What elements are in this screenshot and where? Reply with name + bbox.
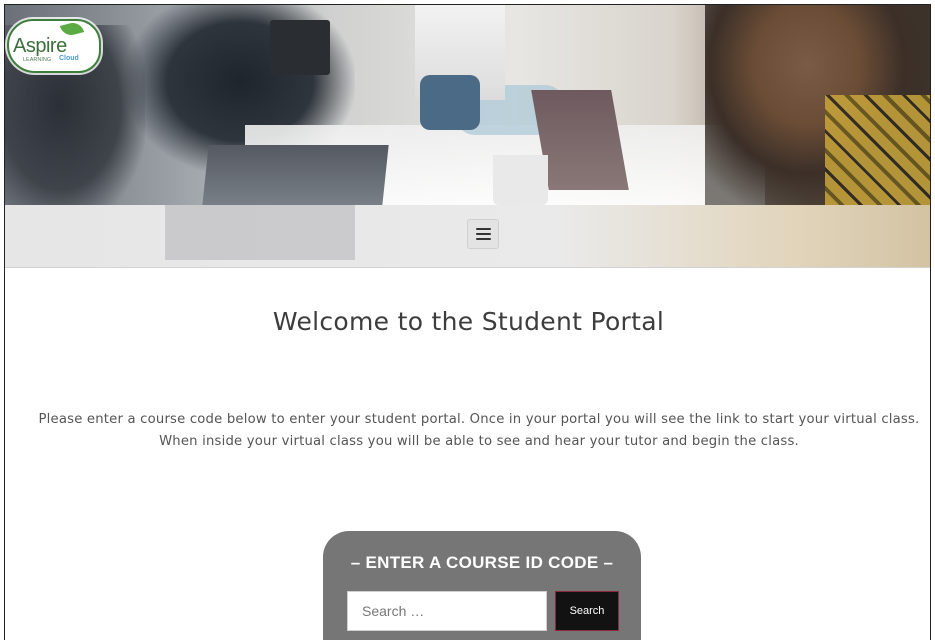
navigation-bar bbox=[5, 205, 930, 268]
menu-line bbox=[475, 238, 491, 240]
intro-text: Please enter a course code below to ente… bbox=[38, 412, 920, 449]
menu-line bbox=[475, 228, 491, 230]
photo-jeans bbox=[420, 75, 480, 130]
photo-plaid-shirt bbox=[825, 95, 930, 205]
site-logo[interactable]: Aspire LEARNING Cloud bbox=[7, 19, 101, 73]
page-frame: Aspire LEARNING Cloud Welcome to the Stu… bbox=[4, 4, 931, 640]
hero-banner-photo: Aspire LEARNING Cloud bbox=[5, 5, 930, 205]
logo-sub-right: Cloud bbox=[59, 55, 79, 62]
page-title: Welcome to the Student Portal bbox=[272, 307, 665, 336]
photo-monitor bbox=[270, 20, 330, 75]
hamburger-menu-icon[interactable] bbox=[467, 219, 499, 249]
menu-line bbox=[475, 233, 491, 235]
logo-sub-left: LEARNING bbox=[23, 57, 52, 63]
photo-laptop-overlay bbox=[165, 205, 355, 260]
course-search-panel: – ENTER A COURSE ID CODE – Search bbox=[323, 531, 641, 640]
photo-plant-pot bbox=[493, 155, 548, 205]
course-search-heading: – ENTER A COURSE ID CODE – bbox=[350, 553, 614, 572]
course-search-input[interactable] bbox=[347, 591, 547, 631]
search-button[interactable]: Search bbox=[555, 591, 619, 631]
photo-laptop-left bbox=[201, 145, 389, 205]
